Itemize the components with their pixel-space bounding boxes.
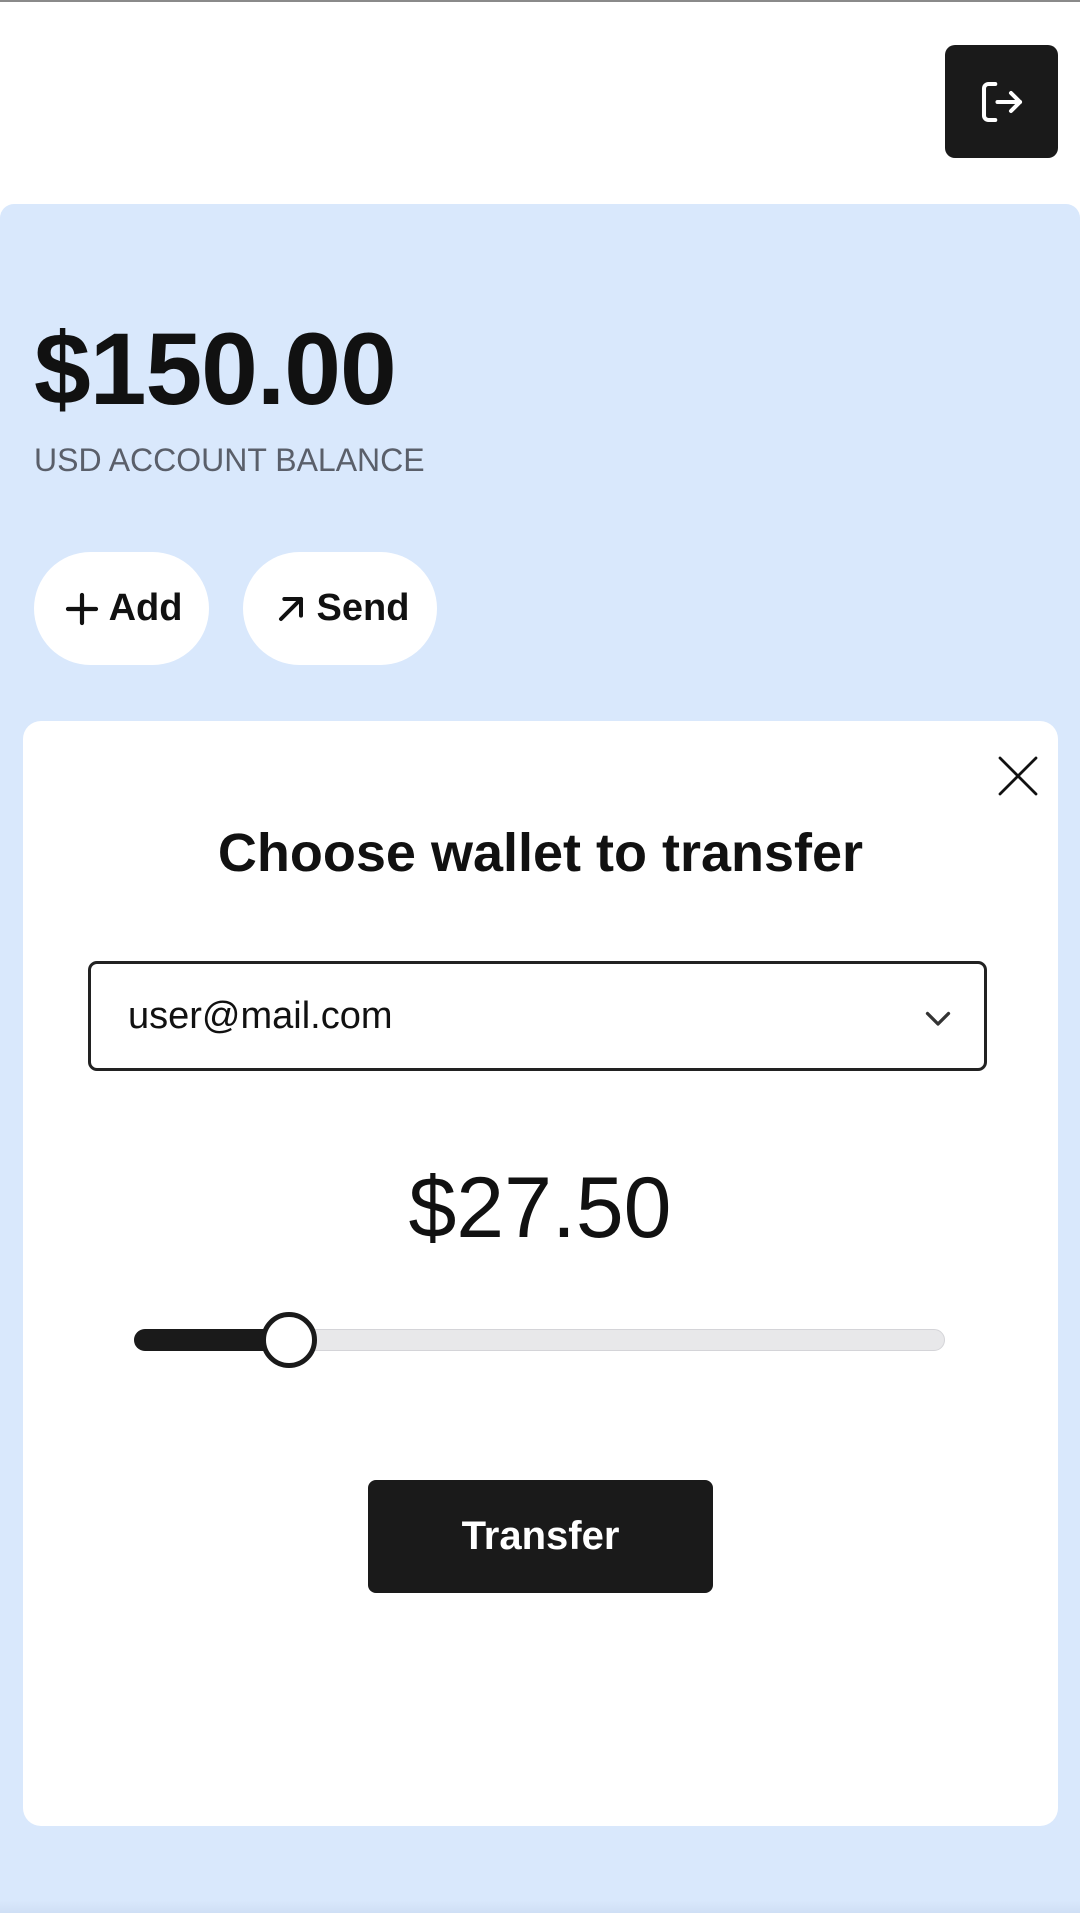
top-divider xyxy=(0,0,1080,2)
plus-icon xyxy=(65,592,98,625)
arrow-up-right-icon xyxy=(278,596,303,621)
bottom-edge xyxy=(0,1900,1080,1913)
close-button[interactable] xyxy=(985,743,1051,809)
chevron-down-icon xyxy=(925,1011,951,1026)
balance-label: USD ACCOUNT BALANCE xyxy=(34,442,425,478)
send-button[interactable]: Send xyxy=(243,552,437,665)
transfer-button[interactable]: Transfer xyxy=(368,1480,713,1593)
transfer-modal: Choose wallet to transfer user@mail.com xyxy=(23,721,1058,1826)
wallet-select[interactable]: user@mail.com xyxy=(88,961,987,1071)
balance-amount: $150.00 xyxy=(34,312,397,426)
logout-button[interactable] xyxy=(945,45,1058,158)
add-button[interactable]: Add xyxy=(34,552,209,665)
transfer-amount: $27.50 xyxy=(408,1160,672,1256)
add-button-label: Add xyxy=(108,587,183,629)
logout-icon xyxy=(981,81,1022,122)
close-icon xyxy=(998,756,1038,796)
wallet-select-value: user@mail.com xyxy=(128,994,393,1037)
modal-title: Choose wallet to transfer xyxy=(217,823,864,883)
send-button-label: Send xyxy=(316,587,410,629)
amount-slider-thumb[interactable] xyxy=(261,1312,318,1368)
